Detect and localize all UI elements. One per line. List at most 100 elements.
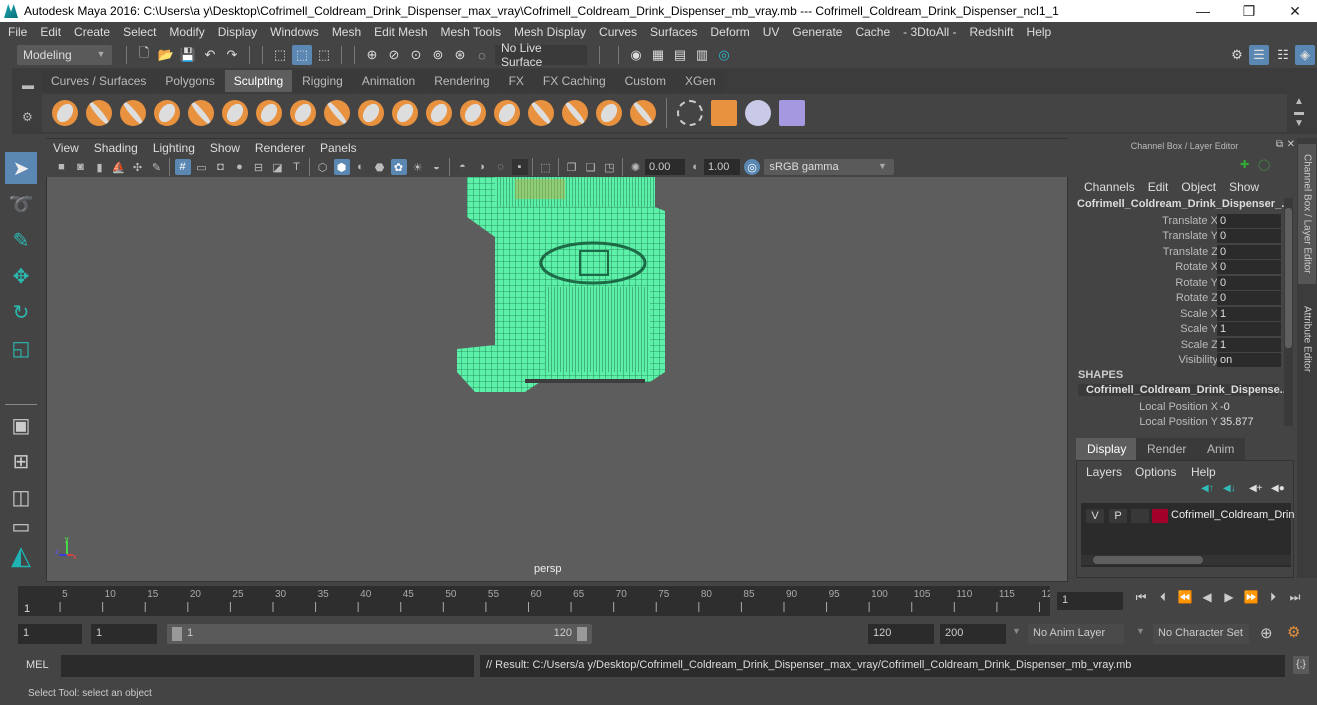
select-hierarchy-icon[interactable]: ⬚	[270, 45, 290, 65]
layer-color-swatch[interactable]	[1152, 509, 1168, 523]
sculpt-falloff-icon[interactable]	[745, 100, 771, 126]
script-editor-icon[interactable]: {;}	[1293, 656, 1309, 674]
channel-menu-channels[interactable]: Channels	[1084, 180, 1135, 194]
modeling-toolkit-icon[interactable]: ⚙	[1227, 45, 1247, 65]
layer-display-type-toggle[interactable]	[1131, 509, 1149, 523]
attr-value[interactable]: 0	[1217, 245, 1281, 259]
color-space-dropdown[interactable]: sRGB gamma ▼	[763, 159, 894, 175]
layer-menu-options[interactable]: Options	[1135, 465, 1176, 479]
command-language-toggle[interactable]: MEL	[26, 659, 49, 671]
attr-translate-y[interactable]: Translate Y0	[1072, 229, 1282, 244]
animation-preferences-icon[interactable]: ⚙	[1287, 623, 1300, 641]
wireframe-icon[interactable]: ⬡	[315, 159, 331, 175]
menu-cache[interactable]: Cache	[855, 25, 890, 39]
knife-tool-icon[interactable]	[494, 100, 520, 126]
2d-pan-zoom-icon[interactable]: ✣	[130, 159, 146, 175]
shelf-tab-rendering[interactable]: Rendering	[425, 70, 499, 92]
menu-display[interactable]: Display	[218, 25, 257, 39]
xray-joints-icon[interactable]: ◳	[602, 159, 618, 175]
fill-tool-icon[interactable]	[460, 100, 486, 126]
attr-local-position-y[interactable]: Local Position Y 35.877	[1072, 415, 1282, 430]
play-forwards-icon[interactable]: ▶	[1218, 590, 1240, 605]
tab-channel-box-layer-editor[interactable]: Channel Box / Layer Editor	[1298, 144, 1316, 284]
shelf-tab-curves-surfaces[interactable]: Curves / Surfaces	[42, 70, 156, 92]
grab-tool-icon[interactable]	[154, 100, 180, 126]
relax-tool-icon[interactable]	[120, 100, 146, 126]
freeze-tool-icon[interactable]	[630, 100, 656, 126]
menu-deform[interactable]: Deform	[710, 25, 749, 39]
float-panel-icon[interactable]: ⧉	[1276, 139, 1283, 150]
viewport-menu-shading[interactable]: Shading	[94, 141, 138, 155]
bookmark-icon[interactable]: ▮	[92, 159, 108, 175]
menu-select[interactable]: Select	[123, 25, 156, 39]
redo-icon[interactable]: ↷	[222, 45, 242, 65]
menu-file[interactable]: File	[8, 25, 27, 39]
layer-menu-layers[interactable]: Layers	[1086, 465, 1122, 479]
undo-icon[interactable]: ↶	[200, 45, 220, 65]
gamma-icon[interactable]: ◖	[687, 159, 703, 175]
default-material-icon[interactable]: ◐	[353, 159, 369, 175]
make-live-icon[interactable]: ◌	[472, 45, 492, 65]
attr-value[interactable]: 0	[1217, 276, 1281, 290]
exposure-icon[interactable]: ✺	[628, 159, 644, 175]
attr-value[interactable]: 1	[1217, 338, 1281, 352]
shelf-tab-animation[interactable]: Animation	[352, 70, 425, 92]
wax-tool-icon[interactable]	[392, 100, 418, 126]
channel-menu-edit[interactable]: Edit	[1148, 180, 1169, 194]
layer-horizontal-scrollbar[interactable]	[1081, 555, 1291, 565]
snap-grid-icon[interactable]: ⊕	[362, 45, 382, 65]
repeat-tool-icon[interactable]	[324, 100, 350, 126]
depth-of-field-icon[interactable]: ▪	[511, 159, 528, 175]
attr-value[interactable]: 0	[1217, 291, 1281, 305]
range-slider[interactable]: 1 120	[167, 624, 592, 644]
select-component-icon[interactable]: ⬚	[314, 45, 334, 65]
single-perspective-layout-icon[interactable]: ▣	[5, 409, 37, 441]
menu-edit-mesh[interactable]: Edit Mesh	[374, 25, 427, 39]
menu-edit[interactable]: Edit	[40, 25, 61, 39]
command-input[interactable]	[61, 655, 474, 677]
convert-to-frozen-icon[interactable]	[677, 100, 703, 126]
viewport-menu-view[interactable]: View	[53, 141, 79, 155]
close-button[interactable]: ✕	[1272, 0, 1317, 22]
current-frame-field[interactable]: 1	[1057, 592, 1123, 610]
shelf-tab-fx[interactable]: FX	[499, 70, 533, 92]
close-panel-icon[interactable]: ✕	[1287, 139, 1295, 150]
attr-value[interactable]: 0	[1217, 260, 1281, 274]
sculpt-layer-icon[interactable]	[779, 100, 805, 126]
attr-value[interactable]: 0	[1217, 214, 1281, 228]
new-layer-icon[interactable]: ◀+	[1249, 483, 1263, 494]
attr-rotate-y[interactable]: Rotate Y0	[1072, 276, 1282, 291]
ipr-render-icon[interactable]: ▤	[670, 45, 690, 65]
smooth-shade-icon[interactable]: ⬢	[333, 159, 350, 175]
menu-uv[interactable]: UV	[763, 25, 780, 39]
shelf-tab-xgen[interactable]: XGen	[675, 70, 725, 92]
menu-create[interactable]: Create	[74, 25, 110, 39]
minimize-button[interactable]: —	[1180, 0, 1226, 22]
shelf-tab-custom[interactable]: Custom	[615, 70, 675, 92]
menu-mesh-tools[interactable]: Mesh Tools	[441, 25, 501, 39]
move-layer-down-icon[interactable]: ◀↓	[1223, 483, 1236, 494]
layer-tab-anim[interactable]: Anim	[1196, 438, 1246, 460]
screen-space-ao-icon[interactable]: ◓	[455, 159, 471, 175]
step-back-frame-icon[interactable]: ⏴	[1152, 590, 1174, 605]
layer-playback-toggle[interactable]: P	[1109, 509, 1127, 523]
color-management-icon[interactable]: ◎	[744, 159, 760, 175]
shelf-tab-polygons[interactable]: Polygons	[156, 70, 224, 92]
attr-visibility[interactable]: Visibility on	[1072, 353, 1282, 368]
menu-mesh[interactable]: Mesh	[332, 25, 361, 39]
go-to-end-icon[interactable]: ⏭	[1284, 590, 1306, 605]
gate-mask-icon[interactable]: ●	[232, 159, 248, 175]
shelf-tab-fx-caching[interactable]: FX Caching	[533, 70, 615, 92]
imprint-tool-icon[interactable]	[358, 100, 384, 126]
film-gate-icon[interactable]: ▭	[194, 159, 210, 175]
render-view-icon[interactable]: ◉	[626, 45, 646, 65]
gamma-field[interactable]: 1.00	[704, 159, 740, 175]
sculpt-stamps-icon[interactable]	[711, 100, 737, 126]
animation-end-field[interactable]: 200	[940, 624, 1006, 644]
anti-aliasing-icon[interactable]: ◌	[493, 159, 509, 175]
move-layer-up-icon[interactable]: ◀↑	[1201, 483, 1214, 494]
menu-redshift[interactable]: Redshift	[970, 25, 1014, 39]
channel-menu-object[interactable]: Object	[1181, 180, 1216, 194]
layer-editor-toggle-icon[interactable]: ◈	[1295, 45, 1315, 65]
channel-box-scrollbar[interactable]	[1284, 198, 1293, 426]
